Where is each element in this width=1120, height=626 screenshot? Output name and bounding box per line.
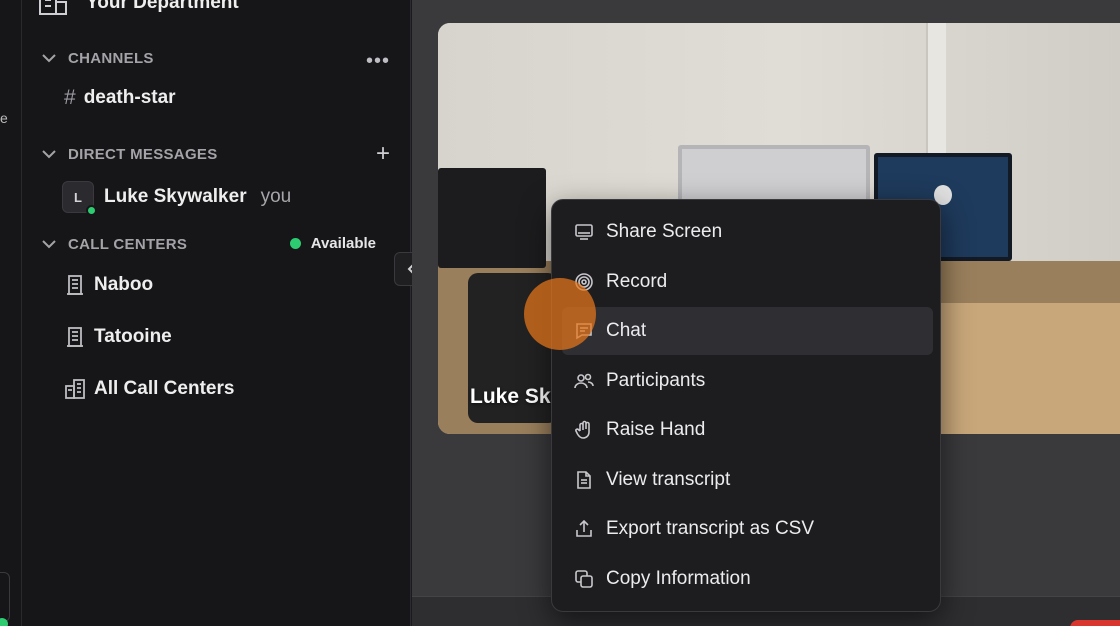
call-center-item-naboo[interactable]: Naboo [64,274,153,296]
menu-item-participants[interactable]: Participants [562,357,933,405]
document-icon [577,471,591,489]
direct-messages-section-header[interactable]: DIRECT MESSAGES [40,145,218,163]
menu-item-copy-information[interactable]: Copy Information [562,555,933,603]
participant-name-label: Luke Sky [470,385,563,408]
direct-messages-header-label: DIRECT MESSAGES [68,145,218,163]
menu-item-share-screen[interactable]: Share Screen [562,208,933,256]
menu-item-label: Record [606,271,668,292]
monitor-icon [575,224,593,240]
more-options-icon[interactable]: ••• [366,50,390,73]
hash-icon: # [64,86,76,109]
dm-item-luke[interactable]: L Luke Skywalker you [62,181,292,216]
menu-item-label: Raise Hand [606,419,706,440]
menu-item-label: Participants [606,370,706,391]
office-building-icon [67,327,83,347]
availability-status[interactable]: Available [289,235,376,252]
dm-you-label: you [260,186,292,207]
avatar-initial: L [74,189,82,205]
chevron-down-icon [42,240,56,249]
menu-item-label: Copy Information [606,568,751,589]
sidebar: Your Department CHANNELS ••• # death-sta… [22,0,411,626]
menu-item-label: View transcript [606,469,731,490]
call-center-label: Naboo [94,274,154,295]
call-centers-section-header[interactable]: CALL CENTERS [40,235,187,253]
buildings-icon [65,379,85,399]
channel-label: death-star [83,87,176,108]
rail-button[interactable] [0,572,10,622]
call-center-label: Tatooine [94,326,172,347]
status-label: Available [310,235,376,252]
office-building-icon [67,275,83,295]
building-icon [39,0,67,15]
channels-section-header[interactable]: CHANNELS [40,49,154,67]
call-center-item-all[interactable]: All Call Centers [64,378,234,400]
chevron-down-icon [42,54,56,63]
menu-item-view-transcript[interactable]: View transcript [562,456,933,504]
export-icon [576,519,592,537]
add-dm-icon[interactable]: + [376,142,390,166]
dm-name: Luke Skywalker [104,186,247,207]
call-center-label: All Call Centers [94,378,235,399]
menu-item-raise-hand[interactable]: Raise Hand [562,406,933,454]
call-centers-header-label: CALL CENTERS [68,235,188,253]
copy-icon [575,570,593,588]
call-center-item-tatooine[interactable]: Tatooine [64,326,172,348]
chevron-down-icon [42,150,56,159]
menu-item-label: Share Screen [606,221,723,242]
menu-item-export-transcript[interactable]: Export transcript as CSV [562,505,933,553]
channels-header-label: CHANNELS [68,49,154,67]
menu-item-label: Chat [606,320,647,341]
menu-item-chat[interactable]: Chat [562,307,933,355]
end-call-button[interactable] [1070,620,1120,626]
left-rail: e [0,0,22,626]
call-options-menu: Share Screen Record Chat Participants Ra… [551,199,941,612]
avatar: L [62,181,97,216]
rail-text-fragment: e [0,110,8,126]
cursor-highlight [524,278,596,350]
menu-item-record[interactable]: Record [562,258,933,306]
department-header[interactable]: Your Department [38,0,239,16]
menu-item-label: Export transcript as CSV [606,518,815,539]
hand-icon [575,420,590,439]
channel-item-death-star[interactable]: # death-star [64,86,176,110]
participants-icon [574,373,594,389]
video-monitor [438,168,546,268]
available-dot [289,238,301,249]
department-name: Your Department [86,0,239,13]
presence-dot [86,205,97,216]
